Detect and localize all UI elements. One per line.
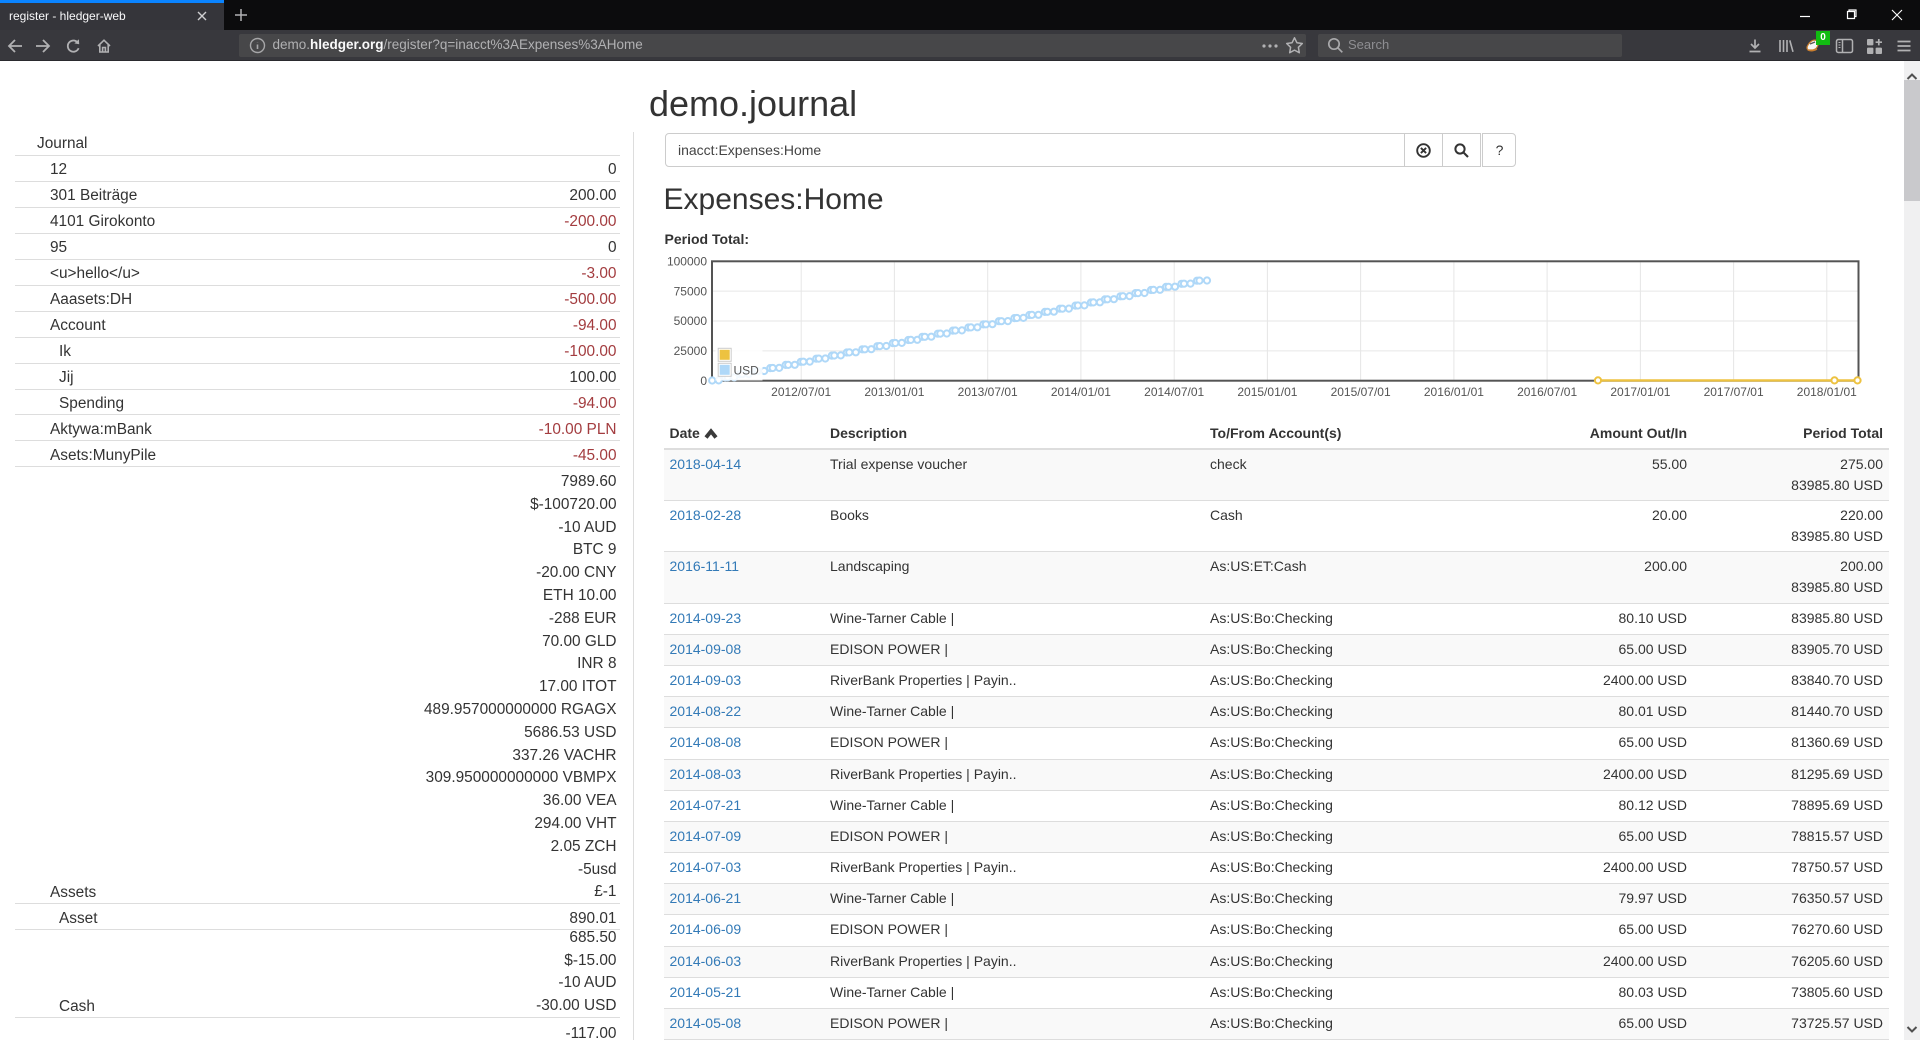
svg-text:2017/01/01: 2017/01/01 — [1610, 385, 1670, 399]
svg-text:25000: 25000 — [674, 344, 708, 358]
svg-text:50000: 50000 — [674, 314, 708, 328]
svg-text:2015/01/01: 2015/01/01 — [1237, 385, 1297, 399]
svg-text:2015/07/01: 2015/07/01 — [1331, 385, 1391, 399]
svg-text:75000: 75000 — [674, 284, 708, 298]
svg-text:USD: USD — [734, 363, 760, 377]
svg-text:2014/01/01: 2014/01/01 — [1051, 385, 1111, 399]
svg-text:2013/01/01: 2013/01/01 — [864, 385, 924, 399]
svg-text:2012/07/01: 2012/07/01 — [771, 385, 831, 399]
svg-text:2016/07/01: 2016/07/01 — [1517, 385, 1577, 399]
svg-text:2017/07/01: 2017/07/01 — [1704, 385, 1764, 399]
svg-text:100000: 100000 — [667, 255, 707, 269]
svg-text:0: 0 — [700, 374, 707, 388]
svg-text:2014/07/01: 2014/07/01 — [1144, 385, 1204, 399]
svg-text:2013/07/01: 2013/07/01 — [958, 385, 1018, 399]
svg-text:2016/01/01: 2016/01/01 — [1424, 385, 1484, 399]
svg-text:2018/01/01: 2018/01/01 — [1797, 385, 1857, 399]
